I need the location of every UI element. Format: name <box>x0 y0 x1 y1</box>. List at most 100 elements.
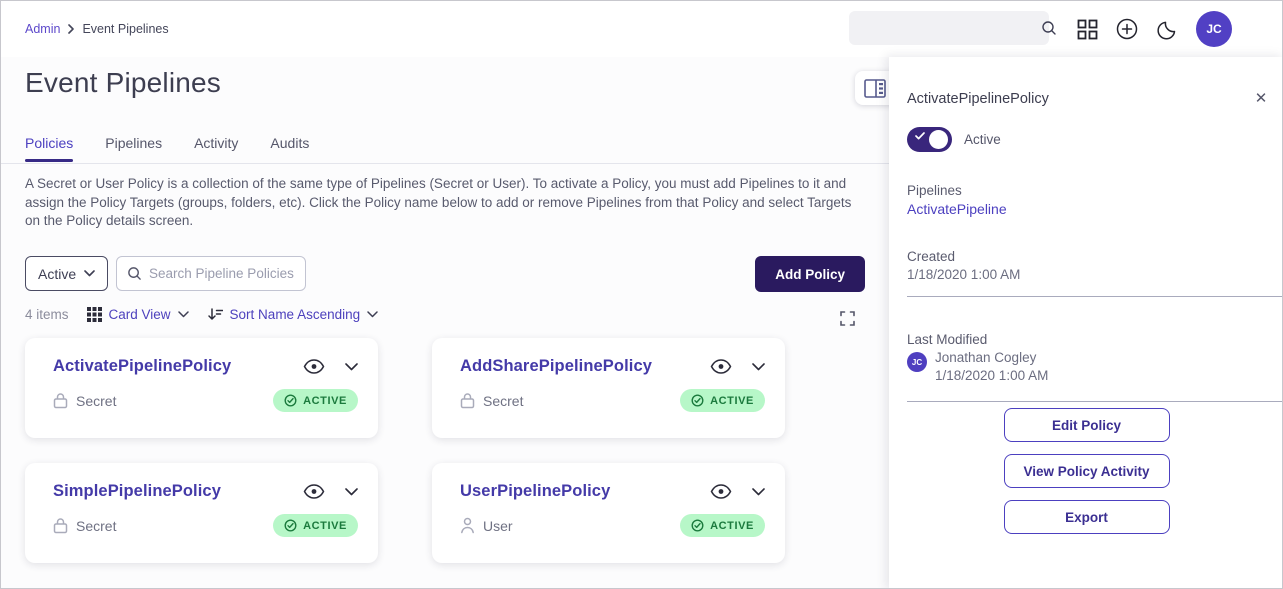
tab-audits[interactable]: Audits <box>270 135 309 162</box>
eye-icon[interactable] <box>710 359 732 374</box>
tab-bar-divider <box>1 163 889 164</box>
sort-label: Sort Name Ascending <box>230 307 361 322</box>
panel-title: ActivatePipelinePolicy <box>907 91 1049 107</box>
status-badge-label: ACTIVE <box>303 395 347 407</box>
global-search <box>849 11 1049 45</box>
chevron-down-icon <box>178 311 189 318</box>
pipeline-link[interactable]: ActivatePipeline <box>907 201 1007 217</box>
chevron-right-icon <box>67 24 75 34</box>
policy-card: ActivatePipelinePolicy Secret ACTIVE <box>25 338 378 438</box>
status-badge: ACTIVE <box>273 389 358 412</box>
policy-type-label: Secret <box>483 393 523 409</box>
tab-pipelines[interactable]: Pipelines <box>105 135 162 162</box>
status-filter-value: Active <box>38 266 76 282</box>
policy-card: AddSharePipelinePolicy Secret ACTIVE <box>432 338 785 438</box>
user-avatar[interactable]: JC <box>1196 11 1232 47</box>
status-filter-dropdown[interactable]: Active <box>25 256 108 291</box>
main-content: Event Pipelines Policies Pipelines Activ… <box>1 57 889 589</box>
created-value: 1/18/2020 1:00 AM <box>907 267 1020 282</box>
export-button[interactable]: Export <box>1004 500 1170 534</box>
lock-icon <box>53 392 68 409</box>
search-icon <box>127 266 142 281</box>
status-badge: ACTIVE <box>680 389 765 412</box>
top-bar: Admin Event Pipelines JC <box>1 1 1283 57</box>
status-badge-label: ACTIVE <box>710 395 754 407</box>
policy-detail-panel: ActivatePipelinePolicy ✕ Active Pipeline… <box>889 57 1283 589</box>
panel-actions: Edit Policy View Policy Activity Export <box>889 408 1283 534</box>
active-toggle-row: Active <box>907 127 1001 152</box>
chevron-down-icon <box>84 270 95 277</box>
app-screen: Admin Event Pipelines JC Event Pipelines <box>0 0 1283 589</box>
fullscreen-icon[interactable] <box>837 308 857 328</box>
toggle-knob <box>929 130 948 149</box>
policy-name-link[interactable]: SimplePipelinePolicy <box>53 482 303 501</box>
active-toggle[interactable] <box>907 127 952 152</box>
view-mode-label: Card View <box>109 307 171 322</box>
page-title: Event Pipelines <box>25 67 221 99</box>
add-policy-button[interactable]: Add Policy <box>755 256 865 292</box>
divider <box>907 296 1283 297</box>
policy-type-label: Secret <box>76 393 116 409</box>
view-mode-dropdown[interactable]: Card View <box>87 307 189 322</box>
side-panel-icon <box>864 79 886 98</box>
app-grid-icon[interactable] <box>1075 17 1099 41</box>
chevron-down-icon[interactable] <box>752 488 765 496</box>
policy-search <box>116 256 306 291</box>
close-icon[interactable]: ✕ <box>1250 87 1272 109</box>
modified-by-user: Jonathan Cogley <box>935 350 1036 365</box>
status-badge-label: ACTIVE <box>303 520 347 532</box>
policy-card: UserPipelinePolicy User ACTIVE <box>432 463 785 563</box>
sort-icon <box>207 307 223 322</box>
user-icon <box>460 517 475 534</box>
policy-card-grid: ActivatePipelinePolicy Secret ACTIVE <box>25 338 785 563</box>
divider <box>907 401 1283 402</box>
policy-type-label: User <box>483 518 513 534</box>
add-new-icon[interactable] <box>1115 17 1139 41</box>
tab-bar: Policies Pipelines Activity Audits <box>25 135 309 162</box>
created-label: Created <box>907 249 955 264</box>
lock-icon <box>460 392 475 409</box>
breadcrumb-admin-link[interactable]: Admin <box>25 22 60 36</box>
policies-description: A Secret or User Policy is a collection … <box>25 175 863 231</box>
edit-policy-button[interactable]: Edit Policy <box>1004 408 1170 442</box>
policy-name-link[interactable]: AddSharePipelinePolicy <box>460 357 710 376</box>
check-icon <box>915 132 925 140</box>
view-policy-activity-button[interactable]: View Policy Activity <box>1004 454 1170 488</box>
status-badge: ACTIVE <box>680 514 765 537</box>
status-badge: ACTIVE <box>273 514 358 537</box>
chevron-down-icon[interactable] <box>345 488 358 496</box>
policy-type-label: Secret <box>76 518 116 534</box>
policy-search-input[interactable] <box>149 266 295 281</box>
status-badge-label: ACTIVE <box>710 520 754 532</box>
global-search-input[interactable] <box>849 21 1041 36</box>
policy-card: SimplePipelinePolicy Secret ACTIVE <box>25 463 378 563</box>
filter-row: Active Add Policy <box>1 256 889 292</box>
card-view-grid-icon <box>87 307 102 322</box>
breadcrumb: Admin Event Pipelines <box>25 22 169 36</box>
chevron-down-icon[interactable] <box>752 363 765 371</box>
check-circle-icon <box>691 394 704 407</box>
active-toggle-label: Active <box>964 132 1001 147</box>
modified-by-avatar: JC <box>907 352 927 372</box>
policy-name-link[interactable]: ActivatePipelinePolicy <box>53 357 303 376</box>
tab-activity[interactable]: Activity <box>194 135 238 162</box>
search-icon <box>1041 20 1057 36</box>
chevron-down-icon[interactable] <box>345 363 358 371</box>
sort-dropdown[interactable]: Sort Name Ascending <box>207 307 379 322</box>
items-count: 4 items <box>25 307 69 322</box>
dark-mode-moon-icon[interactable] <box>1155 17 1179 41</box>
last-modified-label: Last Modified <box>907 332 987 347</box>
list-meta-bar: 4 items Card View Sort Name Ascending <box>25 307 378 322</box>
check-circle-icon <box>284 519 297 532</box>
breadcrumb-current: Event Pipelines <box>82 22 168 36</box>
eye-icon[interactable] <box>710 484 732 499</box>
eye-icon[interactable] <box>303 484 325 499</box>
modified-value: 1/18/2020 1:00 AM <box>935 368 1048 383</box>
eye-icon[interactable] <box>303 359 325 374</box>
lock-icon <box>53 517 68 534</box>
chevron-down-icon <box>367 311 378 318</box>
pipelines-label: Pipelines <box>907 183 962 198</box>
check-circle-icon <box>284 394 297 407</box>
policy-name-link[interactable]: UserPipelinePolicy <box>460 482 710 501</box>
tab-policies[interactable]: Policies <box>25 135 73 162</box>
